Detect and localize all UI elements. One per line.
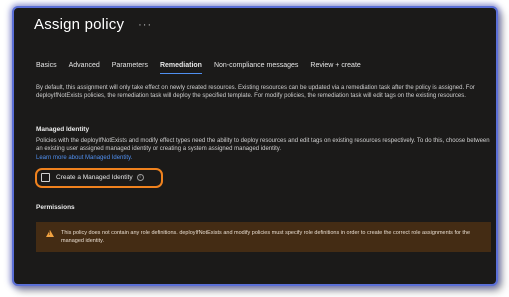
permissions-heading: Permissions: [36, 204, 75, 211]
tab-non-compliance-messages[interactable]: Non-compliance messages: [214, 62, 298, 74]
assign-policy-window: Assign policy ··· Basics Advanced Parame…: [12, 6, 498, 286]
managed-identity-heading: Managed Identity: [36, 126, 90, 133]
checkbox-label: Create a Managed Identity: [56, 174, 133, 181]
remediation-description: By default, this assignment will only ta…: [36, 85, 475, 100]
managed-identity-description: Policies with the deployIfNotExists and …: [36, 138, 490, 153]
warning-icon: [46, 230, 54, 237]
tab-bar: Basics Advanced Parameters Remediation N…: [36, 62, 373, 74]
tab-review-create[interactable]: Review + create: [310, 62, 360, 74]
title-row: Assign policy ···: [34, 16, 152, 33]
create-managed-identity-option[interactable]: Create a Managed Identity i: [41, 173, 144, 182]
warning-text: This policy does not contain any role de…: [61, 230, 471, 244]
tab-advanced[interactable]: Advanced: [69, 62, 100, 74]
tab-basics[interactable]: Basics: [36, 62, 57, 74]
tab-remediation[interactable]: Remediation: [159, 62, 202, 74]
info-icon[interactable]: i: [136, 174, 144, 181]
learn-more-link[interactable]: Learn more about Managed Identity.: [36, 155, 132, 161]
create-managed-identity-checkbox[interactable]: [41, 173, 50, 182]
permissions-warning: This policy does not contain any role de…: [36, 222, 491, 252]
ellipsis-icon[interactable]: ···: [138, 19, 152, 31]
page-title: Assign policy: [34, 16, 125, 33]
tab-parameters[interactable]: Parameters: [112, 62, 148, 74]
